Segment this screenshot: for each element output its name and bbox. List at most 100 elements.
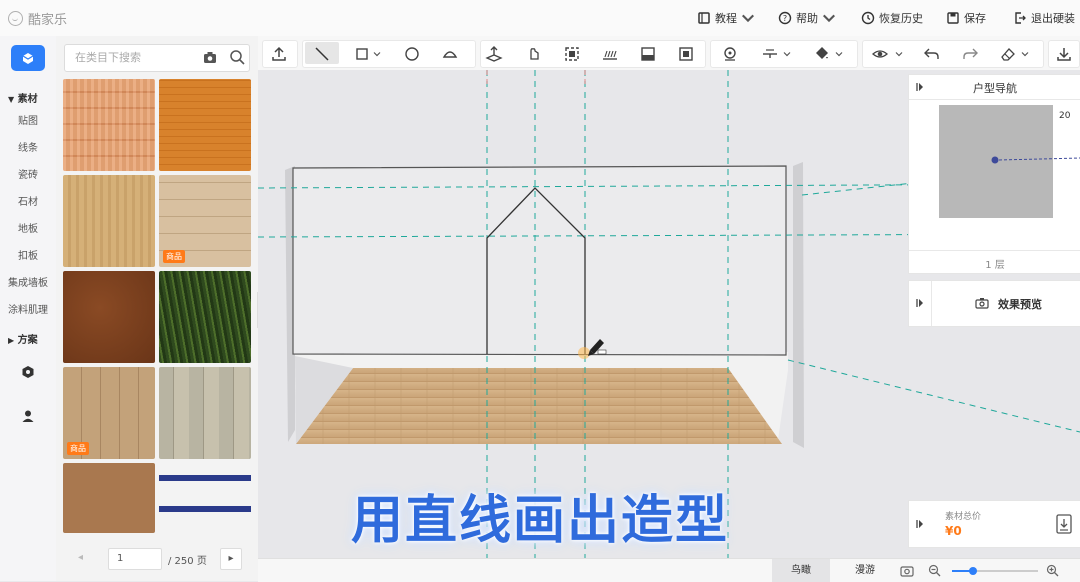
arc-icon[interactable] xyxy=(441,45,459,63)
redo-icon[interactable] xyxy=(961,45,979,63)
material-swatch[interactable] xyxy=(159,367,251,459)
target-icon[interactable] xyxy=(721,45,739,63)
rail-item-tile[interactable]: 瓷砖 xyxy=(0,166,56,181)
nav-scale: 20 xyxy=(1059,111,1071,121)
effect-preview-panel[interactable]: 效果预览 xyxy=(908,280,1080,327)
rail-item-coating[interactable]: 涂料肌理 xyxy=(0,301,56,316)
material-swatch[interactable] xyxy=(159,271,251,363)
restore-history-button[interactable]: 恢复历史 xyxy=(861,10,923,26)
line-icon[interactable] xyxy=(313,45,331,63)
user-tab-button[interactable] xyxy=(11,403,45,429)
material-swatch[interactable] xyxy=(63,271,155,363)
floor-label[interactable]: 1 层 xyxy=(909,256,1080,271)
frame-icon[interactable] xyxy=(563,45,581,63)
material-swatch[interactable]: 商品 xyxy=(159,175,251,267)
zoom-slider[interactable] xyxy=(952,567,1038,575)
download-icon[interactable] xyxy=(1055,45,1073,63)
view-icon[interactable] xyxy=(871,45,889,63)
search-input[interactable] xyxy=(73,50,197,65)
view-bird-label: 鸟瞰 xyxy=(791,565,811,576)
floor xyxy=(296,368,782,444)
material-swatch[interactable] xyxy=(63,79,155,171)
upload-icon[interactable] xyxy=(270,45,288,63)
hatch-icon[interactable] xyxy=(601,45,619,63)
user-icon xyxy=(22,410,34,422)
material-swatch[interactable] xyxy=(63,175,155,267)
save-icon xyxy=(947,12,959,24)
category-scheme[interactable]: ▶ 方案 xyxy=(8,331,38,346)
camera-icon[interactable] xyxy=(203,51,217,64)
caret-right-icon: ▶ xyxy=(8,336,15,345)
help-menu[interactable]: ? 帮助 xyxy=(778,10,836,26)
grid-icon[interactable] xyxy=(677,45,695,63)
chevron-down-icon[interactable] xyxy=(1021,50,1029,58)
page-total: / 250 页 xyxy=(168,556,207,567)
zoom-slider-handle[interactable] xyxy=(969,567,977,575)
app-logo[interactable]: 酷家乐 xyxy=(8,9,67,28)
zoom-in-icon[interactable] xyxy=(1046,564,1059,577)
next-page-icon: ▸ xyxy=(228,553,234,564)
material-swatch[interactable] xyxy=(159,79,251,171)
toolbar-group xyxy=(262,40,298,68)
view-roam-tab[interactable]: 漫游 xyxy=(836,559,894,582)
paint-icon[interactable] xyxy=(813,45,831,63)
pointer-icon[interactable] xyxy=(525,45,543,63)
rail-item-wallboard[interactable]: 集成墙板 xyxy=(0,274,56,289)
prev-page-icon[interactable]: ◂ xyxy=(78,552,83,563)
right-wall xyxy=(793,162,804,448)
model-tab-button[interactable] xyxy=(11,359,45,385)
camera-marker-icon[interactable] xyxy=(989,155,1080,165)
extrude-icon[interactable] xyxy=(485,45,503,63)
panel-icon[interactable] xyxy=(639,45,657,63)
rail-item-floor[interactable]: 地板 xyxy=(0,220,56,235)
panel-toggle-icon[interactable] xyxy=(915,298,925,308)
circle-icon[interactable] xyxy=(403,45,421,63)
chevron-down-icon[interactable] xyxy=(783,50,791,58)
toolbar-group xyxy=(710,40,858,68)
chevron-down-icon[interactable] xyxy=(373,50,381,58)
book-icon xyxy=(698,12,710,24)
exit-label: 退出硬装 xyxy=(1031,12,1075,25)
toolbar-group xyxy=(862,40,1044,68)
nav-divider xyxy=(909,99,1080,100)
help-label: 帮助 xyxy=(796,12,818,25)
view-bird-tab[interactable]: 鸟瞰 xyxy=(772,559,830,582)
preview-label: 效果预览 xyxy=(998,298,1042,311)
svg-text:?: ? xyxy=(783,14,787,23)
logo-icon xyxy=(8,11,23,26)
rectangle-icon[interactable] xyxy=(353,45,371,63)
hexagon-icon xyxy=(22,366,34,378)
material-tab-button[interactable] xyxy=(11,45,45,71)
rail-item-panel[interactable]: 扣板 xyxy=(0,247,56,262)
floorplan-nav-panel: 户型导航 20 1 层 xyxy=(908,74,1080,274)
align-icon[interactable] xyxy=(761,45,779,63)
chevron-down-icon[interactable] xyxy=(895,50,903,58)
camera-icon[interactable] xyxy=(900,564,914,577)
tutorial-label: 教程 xyxy=(715,12,737,25)
toolbar-group xyxy=(1048,40,1080,68)
exit-icon xyxy=(1015,12,1026,24)
search-icon[interactable] xyxy=(229,49,246,66)
drawing-plane[interactable] xyxy=(292,165,787,356)
view-roam-label: 漫游 xyxy=(855,565,875,576)
material-swatch[interactable]: 商品 xyxy=(63,367,155,459)
cube-icon xyxy=(22,53,34,64)
chevron-down-icon xyxy=(742,14,754,23)
video-caption: 用直线画出造型 xyxy=(350,491,729,551)
undo-icon[interactable] xyxy=(923,45,941,63)
eraser-icon[interactable] xyxy=(999,45,1017,63)
rail-item-line[interactable]: 线条 xyxy=(0,139,56,154)
bottom-bar: 鸟瞰 漫游 xyxy=(258,558,1080,582)
rail-item-texture[interactable]: 贴图 xyxy=(0,112,56,127)
rail-item-stone[interactable]: 石材 xyxy=(0,193,56,208)
nav-divider xyxy=(909,250,1080,251)
toolbar-group xyxy=(480,40,706,68)
save-button[interactable]: 保存 xyxy=(946,10,986,26)
chevron-down-icon[interactable] xyxy=(835,50,843,58)
help-icon: ? xyxy=(778,11,792,25)
tutorial-menu[interactable]: 教程 xyxy=(697,10,755,26)
camera-icon xyxy=(975,298,989,309)
category-material[interactable]: ▼ 素材 xyxy=(8,90,38,105)
zoom-out-icon[interactable] xyxy=(928,564,941,577)
exit-button[interactable]: 退出硬装 xyxy=(1013,10,1075,26)
